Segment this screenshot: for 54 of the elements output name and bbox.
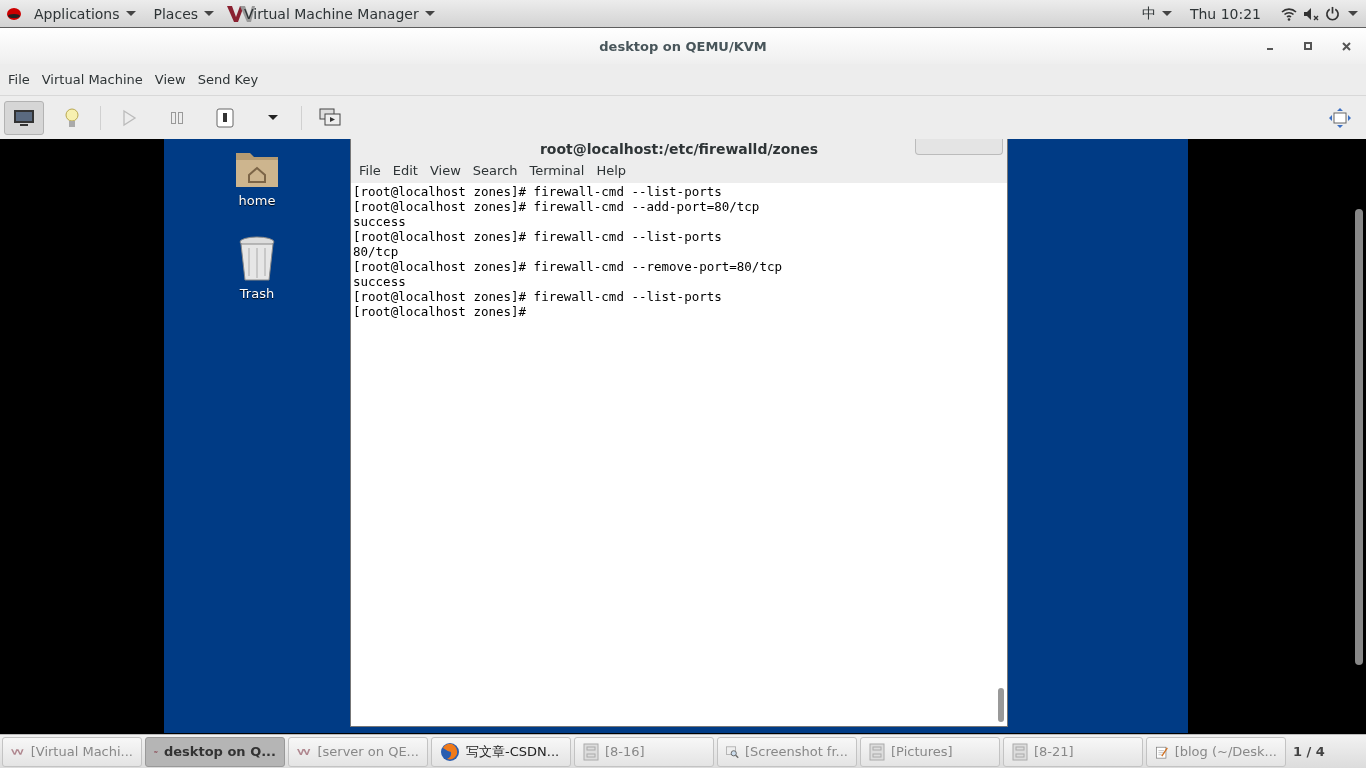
console-button[interactable]: [4, 100, 44, 135]
screens-icon: [319, 107, 341, 128]
caret-icon[interactable]: [1348, 11, 1358, 16]
terminal-menu-item[interactable]: Search: [466, 163, 524, 178]
terminal-menu-item[interactable]: File: [353, 163, 387, 178]
app-menu[interactable]: Virtual Machine Manager: [238, 5, 441, 22]
pause-icon: [170, 110, 184, 125]
menu-item[interactable]: Virtual Machine: [35, 67, 149, 92]
scrollbar-thumb[interactable]: [1355, 208, 1363, 665]
maximize-icon: [1304, 42, 1312, 50]
terminal-menu-item[interactable]: Edit: [386, 163, 424, 178]
monitor-icon: [12, 107, 36, 128]
power-icon[interactable]: [1325, 6, 1340, 21]
terminal-line: [root@localhost zones]# firewall-cmd --add-port=80/tcp: [353, 199, 761, 214]
input-method-menu[interactable]: 中: [1135, 4, 1178, 23]
volume-muted-icon[interactable]: [1303, 6, 1319, 21]
menu-item[interactable]: File: [2, 67, 36, 92]
taskbar-item[interactable]: desktop on Q...: [145, 736, 285, 767]
desktop-icon-label[interactable]: home: [238, 193, 276, 208]
wifi-icon[interactable]: [1281, 6, 1297, 21]
places-menu[interactable]: Places: [147, 5, 221, 22]
terminal-menu-item[interactable]: Terminal: [523, 163, 591, 178]
terminal-menu-item[interactable]: View: [423, 163, 467, 178]
applications-menu[interactable]: Applications: [28, 5, 142, 22]
terminal-line: 80/tcp: [353, 244, 400, 259]
cabinet-icon: [869, 742, 885, 761]
hat-icon: [6, 6, 22, 21]
clock[interactable]: Thu 10:21: [1183, 5, 1275, 22]
workspace-pager[interactable]: 1 / 4: [1289, 744, 1329, 759]
play-icon: [121, 108, 137, 127]
caret-icon: [268, 115, 278, 120]
fullscreen-icon: [1328, 106, 1352, 129]
terminal-line: success: [353, 274, 407, 289]
scrollbar-thumb[interactable]: [998, 688, 1004, 722]
globe-icon: [440, 741, 460, 762]
taskbar-item[interactable]: 写文章-CSDN...: [431, 736, 571, 767]
cabinet-icon: [583, 742, 599, 761]
terminal-line: [root@localhost zones]# firewall-cmd --list-ports: [353, 229, 723, 244]
terminal-title: root@localhost:/etc/firewalld/zones: [539, 142, 819, 158]
menu-item[interactable]: Send Key: [191, 67, 265, 92]
terminal-line: success: [353, 214, 407, 229]
window-title: desktop on QEMU/KVM: [599, 38, 767, 54]
terminal-line: [root@localhost zones]# firewall-cmd --list-ports: [353, 184, 723, 199]
lightbulb-icon: [64, 106, 80, 129]
terminal-menu-item[interactable]: Help: [590, 163, 633, 178]
terminal-line: [root@localhost zones]# firewall-cmd --list-ports: [353, 289, 723, 304]
close-icon: [1341, 41, 1351, 51]
terminal-line: [root@localhost zones]#: [353, 304, 528, 319]
trash-icon[interactable]: [237, 234, 277, 282]
terminal-line: [root@localhost zones]# firewall-cmd --remove-port=80/tcp: [353, 259, 783, 274]
cabinet-icon: [1012, 742, 1028, 761]
desktop-icon-label[interactable]: Trash: [239, 286, 275, 301]
menu-item[interactable]: View: [148, 67, 192, 92]
switch-icon: [215, 107, 235, 128]
